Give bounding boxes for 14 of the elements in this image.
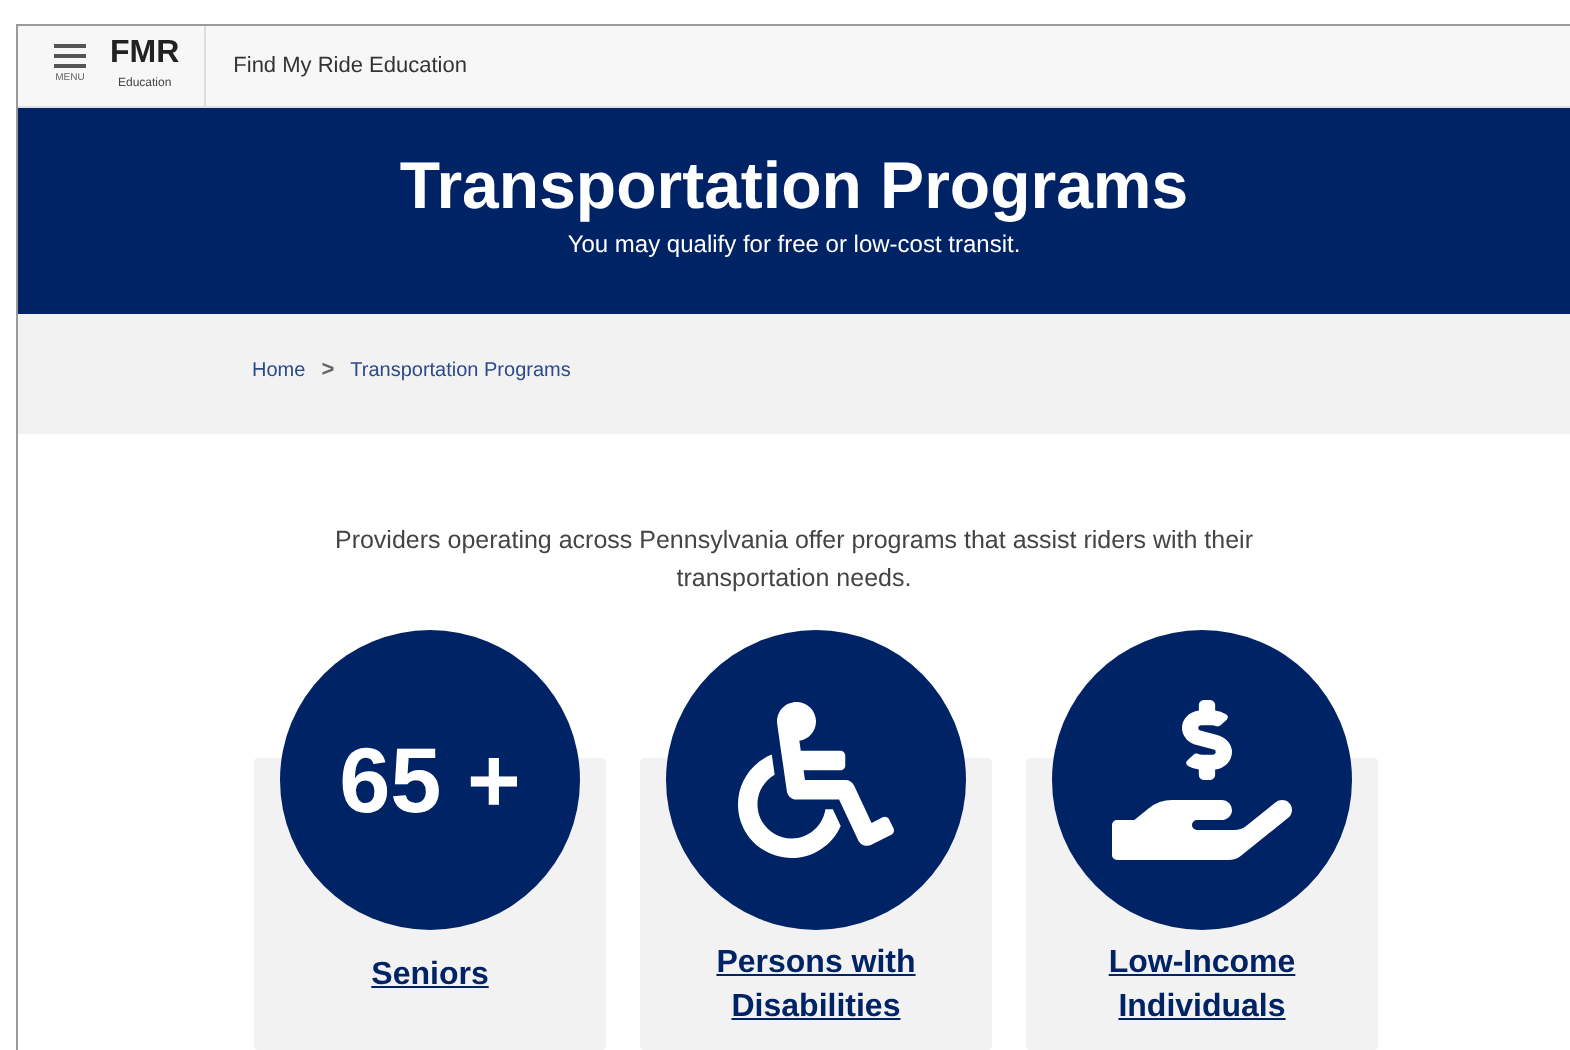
logo: FMR [110,38,180,70]
site-title: Find My Ride Education [233,51,467,82]
menu-icon [54,44,86,69]
age-label: 65 + [339,734,521,826]
banner-title: Transportation Programs [399,145,1189,226]
program-link[interactable]: Low-Income Individuals [1062,942,1342,1030]
program-link[interactable]: Persons with Disabilities [676,942,956,1030]
banner-subtitle: You may qualify for free or low-cost transit. [567,228,1021,263]
breadcrumb-link[interactable]: Transportation Programs [350,355,571,385]
program-link[interactable]: Seniors [290,954,570,998]
wheelchair-icon [738,702,894,858]
breadcrumb-link[interactable]: Home [252,355,306,385]
breadcrumb-separator: > [321,355,335,386]
intro-text: Providers operating across Pennsylvania offer programs that assist riders with their transportation needs. [332,524,1255,596]
